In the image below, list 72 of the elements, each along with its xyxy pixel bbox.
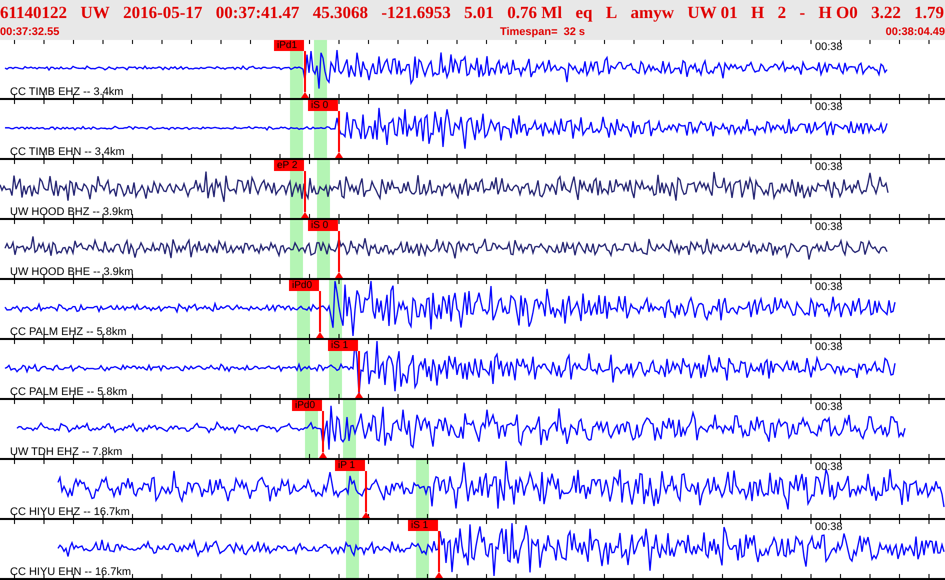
pick-label[interactable]: iS 1 (328, 340, 358, 351)
event-field: L (606, 4, 618, 20)
event-field: 00:37:41.47 (216, 4, 300, 20)
time-tick-label: 00:38 (815, 221, 843, 233)
event-field: - (799, 4, 806, 20)
time-tick-label: 00:38 (815, 341, 843, 353)
pick-triangle-icon (319, 452, 327, 458)
pick-triangle-icon (355, 392, 363, 398)
event-field: UW 01 (687, 4, 738, 20)
pick-triangle-icon (335, 152, 343, 158)
pick-line[interactable] (438, 531, 440, 572)
pick-label[interactable]: iPd0 (292, 400, 322, 411)
station-label: CC TIMB EHN -- 3.4km (10, 146, 125, 158)
pick-label[interactable]: iS 0 (308, 220, 338, 231)
event-field: UW (80, 4, 110, 20)
station-label: UW TDH EHZ -- 7.8km (10, 446, 122, 458)
time-tick-label: 00:38 (815, 281, 843, 293)
pick-triangle-icon (435, 572, 443, 578)
time-window-band (346, 520, 359, 578)
pick-line[interactable] (319, 291, 321, 332)
event-field: amyw (630, 4, 674, 20)
time-tick-label: 00:38 (815, 461, 843, 473)
event-field: H O0 (818, 4, 858, 20)
pick-label[interactable]: iPd0 (289, 280, 319, 291)
event-field: eq (575, 4, 592, 20)
event-field: H (750, 4, 764, 20)
event-field: 2 (778, 4, 786, 20)
pick-label[interactable]: iS 0 (308, 100, 338, 111)
time-tick-label: 00:38 (815, 41, 843, 53)
time-tick-label: 00:38 (815, 161, 843, 173)
pick-triangle-icon (301, 92, 309, 98)
pick-line[interactable] (365, 471, 367, 512)
pick-label[interactable]: iP 1 (335, 460, 365, 471)
pick-line[interactable] (338, 111, 340, 152)
time-tick-label: 00:38 (815, 521, 843, 533)
pick-line[interactable] (304, 171, 306, 212)
time-window-band (290, 100, 303, 158)
pick-triangle-icon (301, 212, 309, 218)
pick-line[interactable] (358, 351, 360, 392)
pick-label[interactable]: eP 2 (274, 160, 304, 171)
station-label: CC HIYU EHN -- 16.7km (10, 566, 132, 578)
station-label: CC TIMB EHZ -- 3.4km (10, 86, 124, 98)
event-field: 0.76 Ml (507, 4, 562, 20)
pick-line[interactable] (304, 51, 306, 92)
event-field: 3.22 (871, 4, 901, 20)
event-field: 5.01 (464, 4, 494, 20)
station-label: CC HIYU EHZ -- 16.7km (10, 506, 130, 518)
time-window-band (297, 340, 310, 398)
event-field: 1.79 (914, 4, 944, 20)
event-field: -121.6953 (381, 4, 451, 20)
time-window-band (290, 220, 303, 278)
station-label: CC PALM EHZ -- 5.8km (10, 326, 127, 338)
pick-triangle-icon (316, 332, 324, 338)
end-time: 00:38:04.49 (886, 26, 945, 38)
time-tick-label: 00:38 (815, 401, 843, 413)
pick-label[interactable]: iPd1 (274, 40, 304, 51)
start-time: 00:37:32.55 (0, 26, 60, 38)
pick-line[interactable] (322, 411, 324, 452)
event-field: 61140122 (0, 4, 68, 20)
pick-triangle-icon (362, 512, 370, 518)
event-field: 45.3068 (312, 4, 368, 20)
station-label: UW HOOD BHE -- 3.9km (10, 266, 134, 278)
event-field: 2016-05-17 (123, 4, 202, 20)
station-label: CC PALM EHE -- 5.8km (10, 386, 128, 398)
pick-triangle-icon (335, 272, 343, 278)
time-tick-label: 00:38 (815, 101, 843, 113)
pick-label[interactable]: iS 1 (408, 520, 438, 531)
station-label: UW HOOD BHZ -- 3.9km (10, 206, 133, 218)
timespan-label: Timespan= 32 s (500, 26, 586, 38)
time-window-band (416, 460, 429, 518)
time-window-band (317, 160, 330, 218)
pick-line[interactable] (338, 231, 340, 272)
